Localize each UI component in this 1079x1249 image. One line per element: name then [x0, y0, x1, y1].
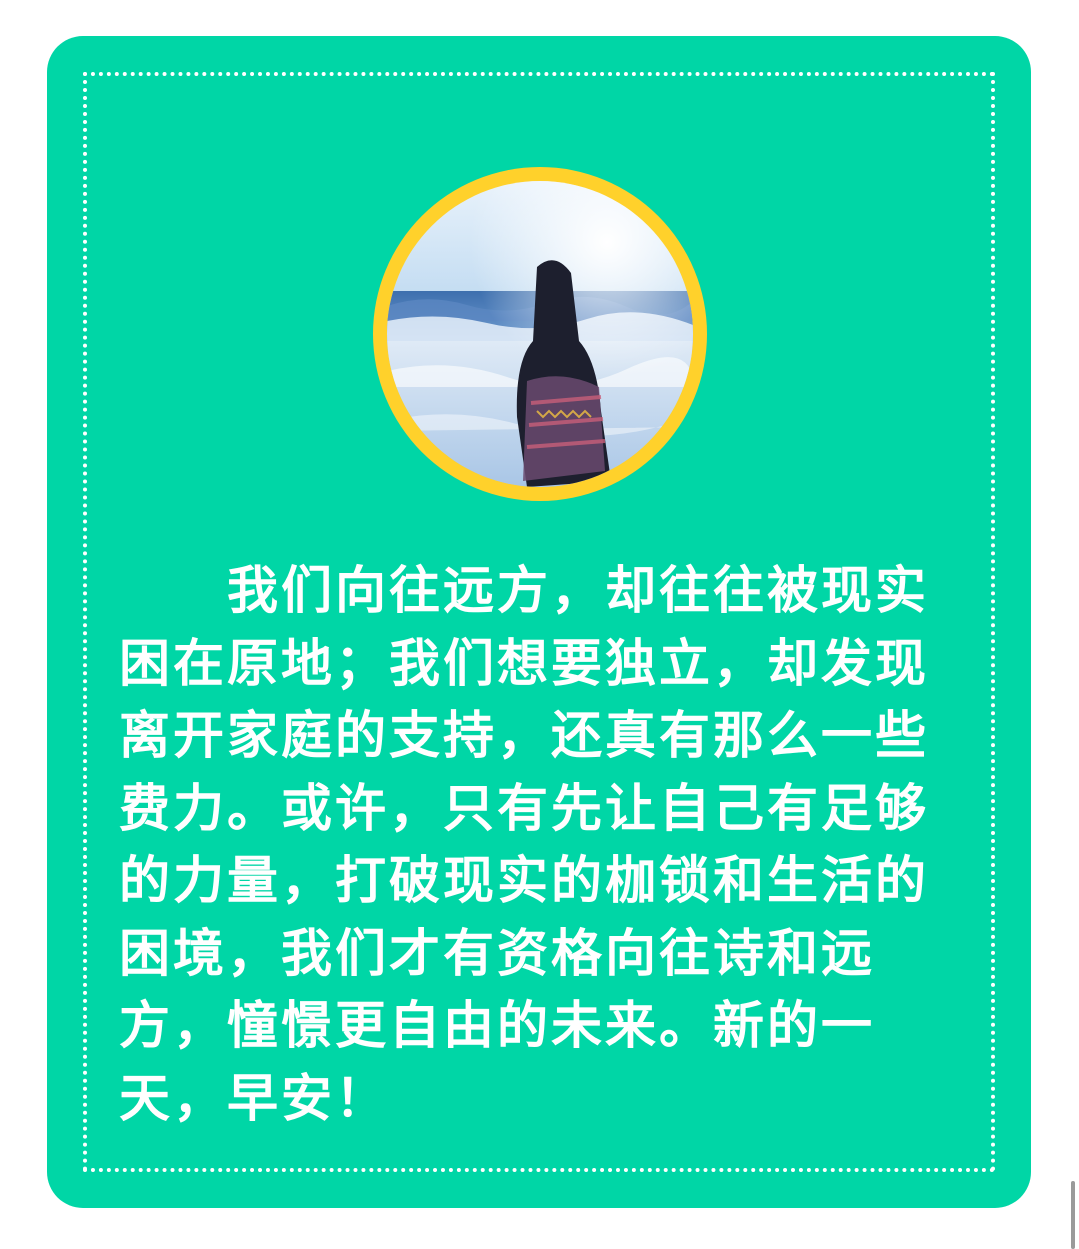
- avatar: [373, 167, 707, 501]
- beach-photo-image: [387, 181, 693, 487]
- greeting-card: 我们向往远方，却往往被现实困在原地；我们想要独立，却发现离开家庭的支持，还真有那…: [47, 36, 1031, 1208]
- morning-message: 我们向往远方，却往往被现实困在原地；我们想要独立，却发现离开家庭的支持，还真有那…: [119, 562, 930, 1129]
- scrollbar[interactable]: [1071, 1181, 1075, 1249]
